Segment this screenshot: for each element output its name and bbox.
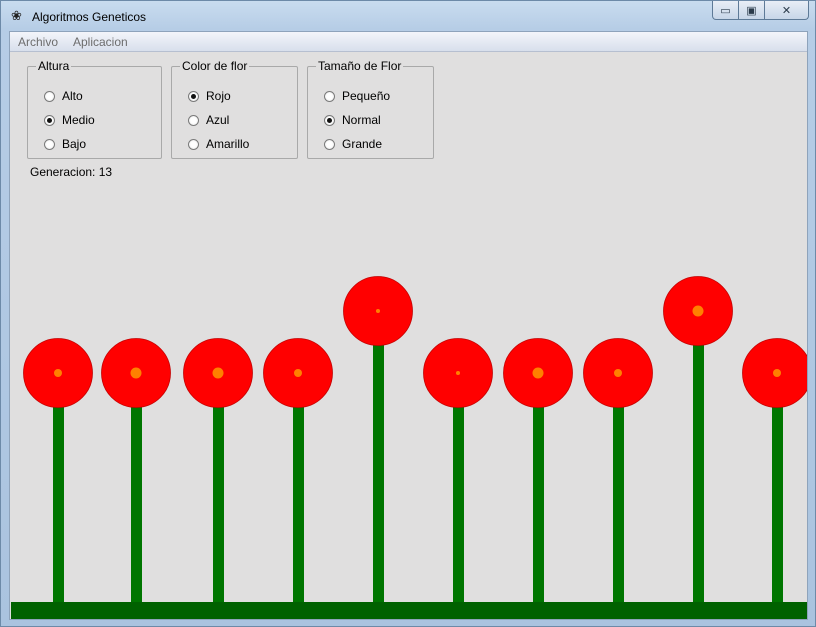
generation-label: Generacion: 13 xyxy=(30,165,113,179)
flower-center xyxy=(212,367,224,379)
radio-label: Amarillo xyxy=(206,137,250,151)
flower-center xyxy=(532,367,544,379)
flower-center xyxy=(130,367,142,379)
app-window: ❀ Algoritmos Geneticos ▭ ▣ ✕ Archivo Apl… xyxy=(0,0,816,627)
radio-button[interactable] xyxy=(324,138,335,150)
flower xyxy=(503,338,573,602)
client-area: Archivo Aplicacion Altura Alto Medio Baj… xyxy=(9,31,808,620)
flower-center xyxy=(54,369,62,377)
window-controls: ▭ ▣ ✕ xyxy=(712,1,809,20)
minimize-icon: ▭ xyxy=(720,4,731,17)
radio-label: Bajo xyxy=(62,137,87,151)
radio-label: Rojo xyxy=(206,89,231,103)
ground xyxy=(11,602,807,619)
radio-button[interactable] xyxy=(188,90,199,102)
radio-grande[interactable]: Grande xyxy=(324,137,382,151)
flower xyxy=(343,276,413,602)
flower xyxy=(583,338,653,602)
radio-button[interactable] xyxy=(324,90,335,102)
maximize-button[interactable]: ▣ xyxy=(739,1,765,20)
group-color-flor: Color de flor Rojo Azul Amarillo xyxy=(171,60,298,159)
radio-amarillo[interactable]: Amarillo xyxy=(188,137,249,151)
flower-center xyxy=(614,369,622,377)
group-title-tamano: Tamaño de Flor xyxy=(318,59,402,73)
flower xyxy=(263,338,333,602)
group-title-altura: Altura xyxy=(38,59,70,73)
minimize-button[interactable]: ▭ xyxy=(712,1,739,20)
radio-alto[interactable]: Alto xyxy=(44,89,83,103)
close-button[interactable]: ✕ xyxy=(765,1,809,20)
radio-button[interactable] xyxy=(44,90,55,102)
flower-center xyxy=(376,309,380,313)
window-title: Algoritmos Geneticos xyxy=(32,10,147,24)
flower xyxy=(663,276,733,602)
flower-center xyxy=(692,305,704,317)
radio-label: Alto xyxy=(62,89,83,103)
flower xyxy=(742,338,807,602)
flower xyxy=(23,338,93,602)
radio-button[interactable] xyxy=(44,138,55,150)
close-icon: ✕ xyxy=(781,4,792,17)
flower-stem xyxy=(693,311,704,602)
radio-normal[interactable]: Normal xyxy=(324,113,381,127)
maximize-icon: ▣ xyxy=(746,4,757,17)
flower-center xyxy=(773,369,781,377)
menu-aplicacion[interactable]: Aplicacion xyxy=(73,35,128,49)
radio-label: Azul xyxy=(206,113,230,127)
radio-bajo[interactable]: Bajo xyxy=(44,137,86,151)
menu-bar: Archivo Aplicacion xyxy=(10,32,807,52)
radio-label: Normal xyxy=(342,113,381,127)
radio-label: Pequeño xyxy=(342,89,391,103)
radio-azul[interactable]: Azul xyxy=(188,113,229,127)
title-bar[interactable]: ❀ Algoritmos Geneticos ▭ ▣ ✕ xyxy=(1,1,815,31)
flower-center xyxy=(294,369,302,377)
radio-label: Grande xyxy=(342,137,383,151)
flower-stem xyxy=(373,311,384,602)
flower-center xyxy=(456,371,460,375)
group-tamano-flor: Tamaño de Flor Pequeño Normal Grande xyxy=(307,60,434,159)
group-title-color: Color de flor xyxy=(182,59,248,73)
group-altura: Altura Alto Medio Bajo xyxy=(27,60,162,159)
radio-rojo[interactable]: Rojo xyxy=(188,89,231,103)
radio-button[interactable] xyxy=(324,114,335,126)
radio-button[interactable] xyxy=(188,114,199,126)
radio-button[interactable] xyxy=(188,138,199,150)
radio-pequeno[interactable]: Pequeño xyxy=(324,89,390,103)
radio-button[interactable] xyxy=(44,114,55,126)
flower xyxy=(183,338,253,602)
flower xyxy=(101,338,171,602)
flower xyxy=(423,338,493,602)
menu-archivo[interactable]: Archivo xyxy=(18,35,58,49)
radio-medio[interactable]: Medio xyxy=(44,113,95,127)
app-icon: ❀ xyxy=(11,8,22,23)
radio-label: Medio xyxy=(62,113,95,127)
